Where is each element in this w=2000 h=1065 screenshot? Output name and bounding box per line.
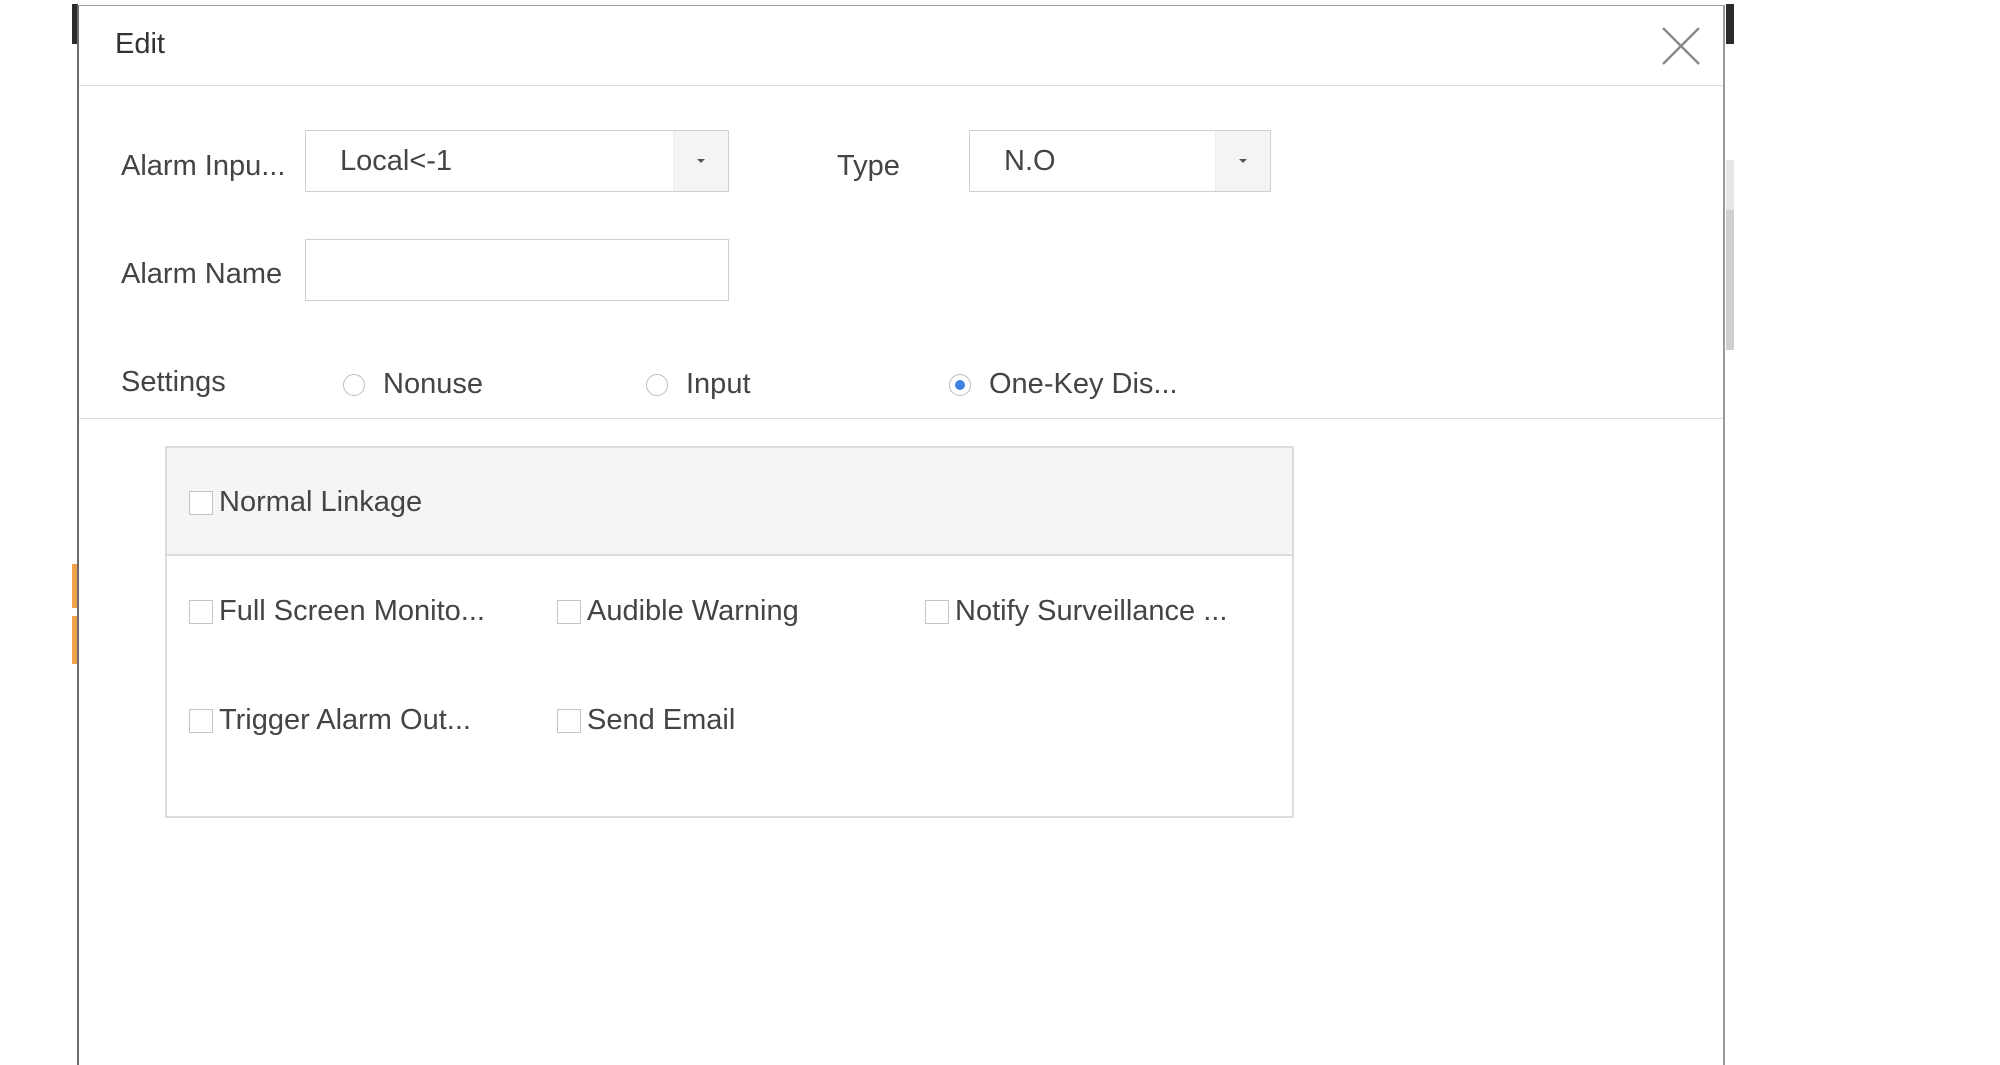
alarm-input-select[interactable]: Local<-1 — [305, 130, 729, 192]
settings-label: Settings — [121, 366, 226, 398]
type-value: N.O — [1004, 145, 1056, 177]
notify-surveillance-checkbox[interactable]: Notify Surveillance ... — [925, 595, 1227, 628]
section-divider — [79, 418, 1723, 419]
radio-label: Input — [686, 368, 751, 400]
alarm-input-value: Local<-1 — [340, 145, 453, 177]
settings-radio-input[interactable]: Input — [646, 368, 751, 401]
settings-radio-one-key-disarm[interactable]: One-Key Dis... — [949, 368, 1178, 401]
type-label: Type — [837, 150, 900, 182]
checkbox-label: Notify Surveillance ... — [955, 595, 1228, 627]
dialog-header: Edit — [79, 6, 1723, 86]
checkbox-icon[interactable] — [189, 708, 213, 733]
trigger-alarm-output-checkbox[interactable]: Trigger Alarm Out... — [189, 704, 471, 737]
linkage-panel: Normal Linkage Full Screen Monito... Aud… — [165, 446, 1294, 818]
checkbox-icon[interactable] — [557, 599, 581, 624]
close-button[interactable] — [1661, 26, 1701, 66]
radio-icon[interactable] — [343, 373, 365, 396]
radio-icon[interactable] — [646, 373, 668, 396]
checkbox-label: Normal Linkage — [219, 486, 423, 518]
full-screen-monitoring-checkbox[interactable]: Full Screen Monito... — [189, 595, 485, 628]
type-select[interactable]: N.O — [969, 130, 1271, 192]
chevron-down-icon[interactable] — [1215, 131, 1270, 191]
close-icon — [1662, 27, 1700, 65]
background-strip — [1726, 210, 1734, 350]
checkbox-label: Audible Warning — [587, 595, 799, 627]
radio-label: Nonuse — [383, 368, 483, 400]
checkbox-icon[interactable] — [557, 708, 581, 733]
dialog-title: Edit — [115, 28, 165, 60]
alarm-name-input[interactable] — [305, 239, 729, 301]
send-email-checkbox[interactable]: Send Email — [557, 704, 735, 737]
edit-dialog: Edit Alarm Inpu... Local<-1 Type N.O Ala… — [77, 5, 1725, 1065]
audible-warning-checkbox[interactable]: Audible Warning — [557, 595, 799, 628]
checkbox-icon[interactable] — [189, 599, 213, 624]
settings-radio-nonuse[interactable]: Nonuse — [343, 368, 483, 401]
checkbox-label: Full Screen Monito... — [219, 595, 485, 627]
checkbox-icon[interactable] — [189, 490, 213, 515]
checkbox-label: Trigger Alarm Out... — [219, 704, 471, 736]
radio-selected-icon[interactable] — [949, 373, 971, 396]
linkage-header: Normal Linkage — [167, 448, 1292, 556]
background-window-edge-right — [1726, 4, 1734, 44]
normal-linkage-checkbox[interactable]: Normal Linkage — [189, 486, 422, 519]
radio-label: One-Key Dis... — [989, 368, 1178, 400]
chevron-down-icon[interactable] — [673, 131, 728, 191]
alarm-name-label: Alarm Name — [121, 258, 283, 290]
checkbox-icon[interactable] — [925, 599, 949, 624]
alarm-input-label: Alarm Inpu... — [121, 150, 286, 182]
checkbox-label: Send Email — [587, 704, 736, 736]
